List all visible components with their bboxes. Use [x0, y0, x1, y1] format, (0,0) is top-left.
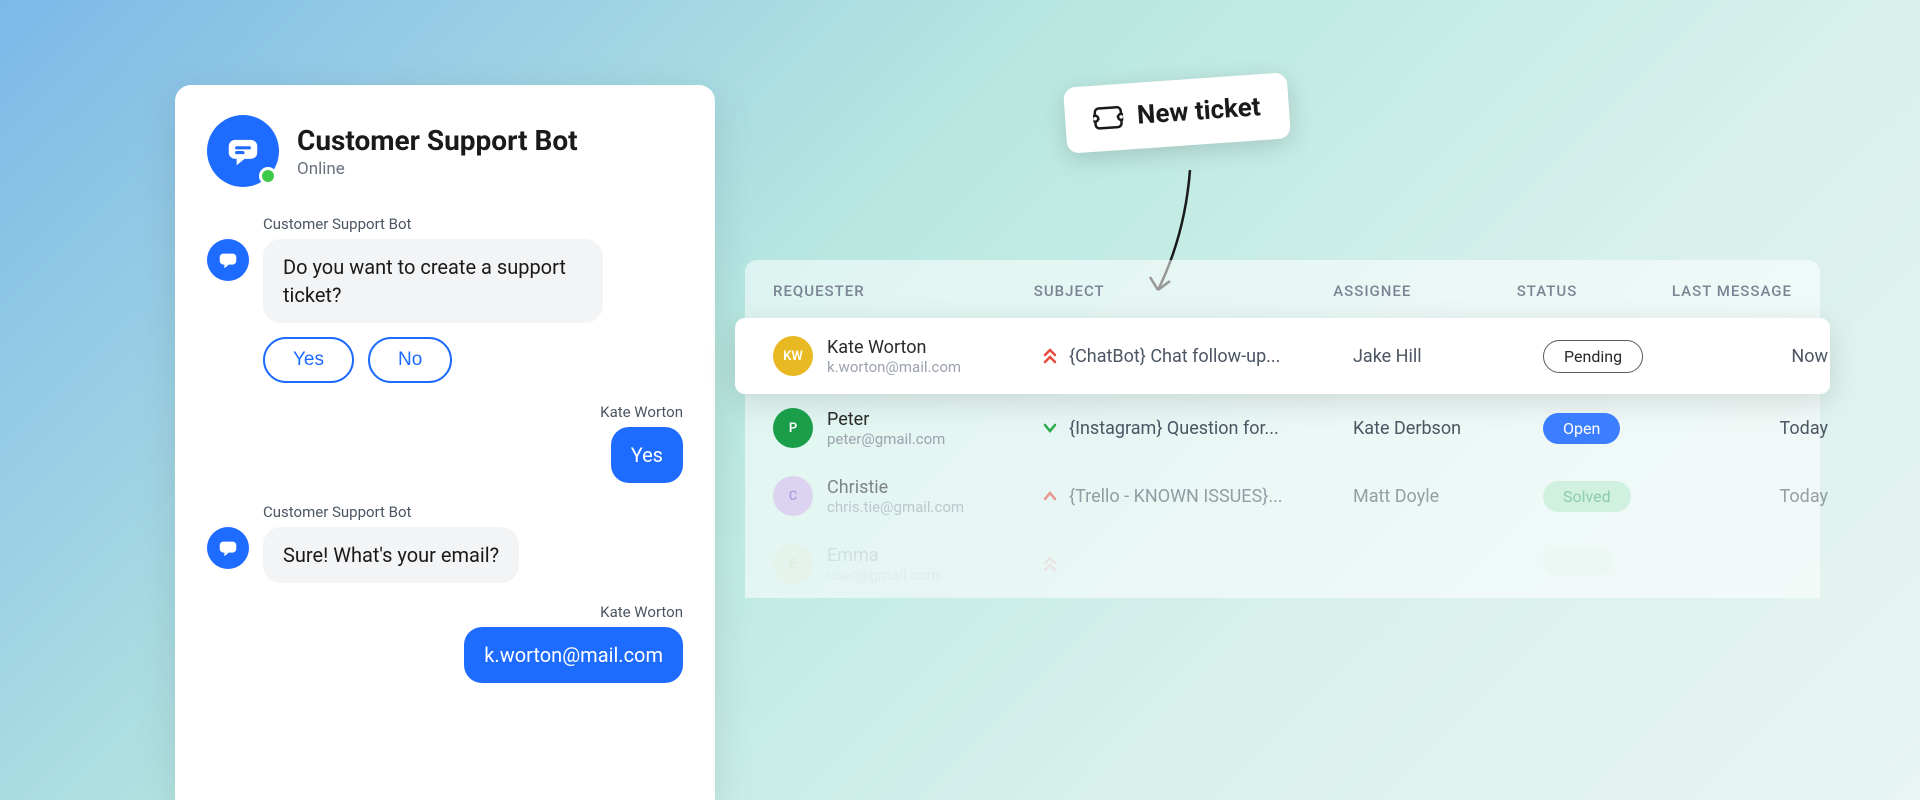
status-badge: Open: [1543, 413, 1620, 444]
requester-name: Kate Worton: [827, 337, 961, 358]
subject-text: {Instagram} Question for...: [1069, 418, 1279, 439]
sender-label: Kate Worton: [207, 403, 683, 421]
requester-name: Christie: [827, 477, 964, 498]
header-status: STATUS: [1517, 282, 1667, 300]
priority-high-double-icon: [1043, 347, 1059, 365]
avatar: E: [773, 544, 813, 584]
chat-bubble-icon: [217, 249, 239, 271]
yes-button[interactable]: Yes: [263, 337, 354, 383]
bot-message-group: Customer Support Bot Sure! What's your e…: [207, 503, 683, 583]
sender-label: Kate Worton: [207, 603, 683, 621]
bot-message-bubble: Do you want to create a support ticket?: [263, 239, 603, 323]
bot-message-group: Customer Support Bot Do you want to crea…: [207, 215, 683, 383]
requester-email: chris.tie@gmail.com: [827, 498, 964, 516]
user-message-bubble: k.worton@mail.com: [464, 627, 683, 683]
sender-label: Customer Support Bot: [263, 215, 683, 233]
table-row[interactable]: C Christie chris.tie@gmail.com {Trello -…: [745, 462, 1820, 530]
bot-name: Customer Support Bot: [297, 124, 578, 157]
priority-low-icon: [1043, 419, 1059, 437]
requester-email: peter@gmail.com: [827, 430, 945, 448]
ticket-table: REQUESTER SUBJECT ASSIGNEE STATUS LAST M…: [745, 260, 1820, 598]
bot-message-bubble: Sure! What's your email?: [263, 527, 519, 583]
header-requester: REQUESTER: [773, 282, 1034, 300]
table-row[interactable]: P Peter peter@gmail.com {Instagram} Ques…: [745, 394, 1820, 462]
status-badge: Solved: [1543, 481, 1631, 512]
status-badge: [1543, 549, 1613, 575]
subject-text: {Trello - KNOWN ISSUES}...: [1069, 486, 1283, 507]
bot-avatar-small: [207, 527, 249, 569]
bot-avatar-small: [207, 239, 249, 281]
last-message: Now: [1698, 346, 1828, 367]
last-message: Today: [1698, 486, 1828, 507]
avatar: KW: [773, 336, 813, 376]
priority-high-icon: [1043, 487, 1059, 505]
avatar: C: [773, 476, 813, 516]
bot-avatar: [207, 115, 279, 187]
bot-status: Online: [297, 159, 578, 179]
assignee: Jake Hill: [1353, 346, 1543, 367]
requester-name: Emma: [827, 545, 940, 566]
chat-bubble-icon: [224, 132, 262, 170]
assignee: Matt Doyle: [1353, 486, 1543, 507]
table-header: REQUESTER SUBJECT ASSIGNEE STATUS LAST M…: [745, 274, 1820, 318]
table-row[interactable]: KW Kate Worton k.worton@mail.com {ChatBo…: [735, 318, 1830, 394]
user-message-bubble: Yes: [611, 427, 683, 483]
new-ticket-callout[interactable]: New ticket: [1063, 72, 1291, 153]
requester-email: k.worton@mail.com: [827, 358, 961, 376]
avatar: P: [773, 408, 813, 448]
no-button[interactable]: No: [368, 337, 452, 383]
header-subject: SUBJECT: [1034, 282, 1333, 300]
ticket-icon: [1092, 104, 1124, 132]
header-last-message: LAST MESSAGE: [1666, 282, 1792, 300]
requester-name: Peter: [827, 409, 945, 430]
user-message-group: Kate Worton k.worton@mail.com: [207, 603, 683, 683]
assignee: Kate Derbson: [1353, 418, 1543, 439]
chat-widget: Customer Support Bot Online Customer Sup…: [175, 85, 715, 800]
chat-header: Customer Support Bot Online: [207, 115, 683, 187]
user-message-group: Kate Worton Yes: [207, 403, 683, 483]
sender-label: Customer Support Bot: [263, 503, 683, 521]
requester-email: user@gmail.com: [827, 566, 940, 584]
subject-text: {ChatBot} Chat follow-up...: [1069, 346, 1280, 367]
online-status-dot: [259, 167, 277, 185]
last-message: Today: [1698, 418, 1828, 439]
callout-label: New ticket: [1136, 92, 1261, 131]
chat-bubble-icon: [217, 537, 239, 559]
priority-high-double-icon: [1043, 555, 1059, 573]
table-row[interactable]: E Emma user@gmail.com: [745, 530, 1820, 598]
header-assignee: ASSIGNEE: [1333, 282, 1517, 300]
status-badge: Pending: [1543, 340, 1643, 373]
